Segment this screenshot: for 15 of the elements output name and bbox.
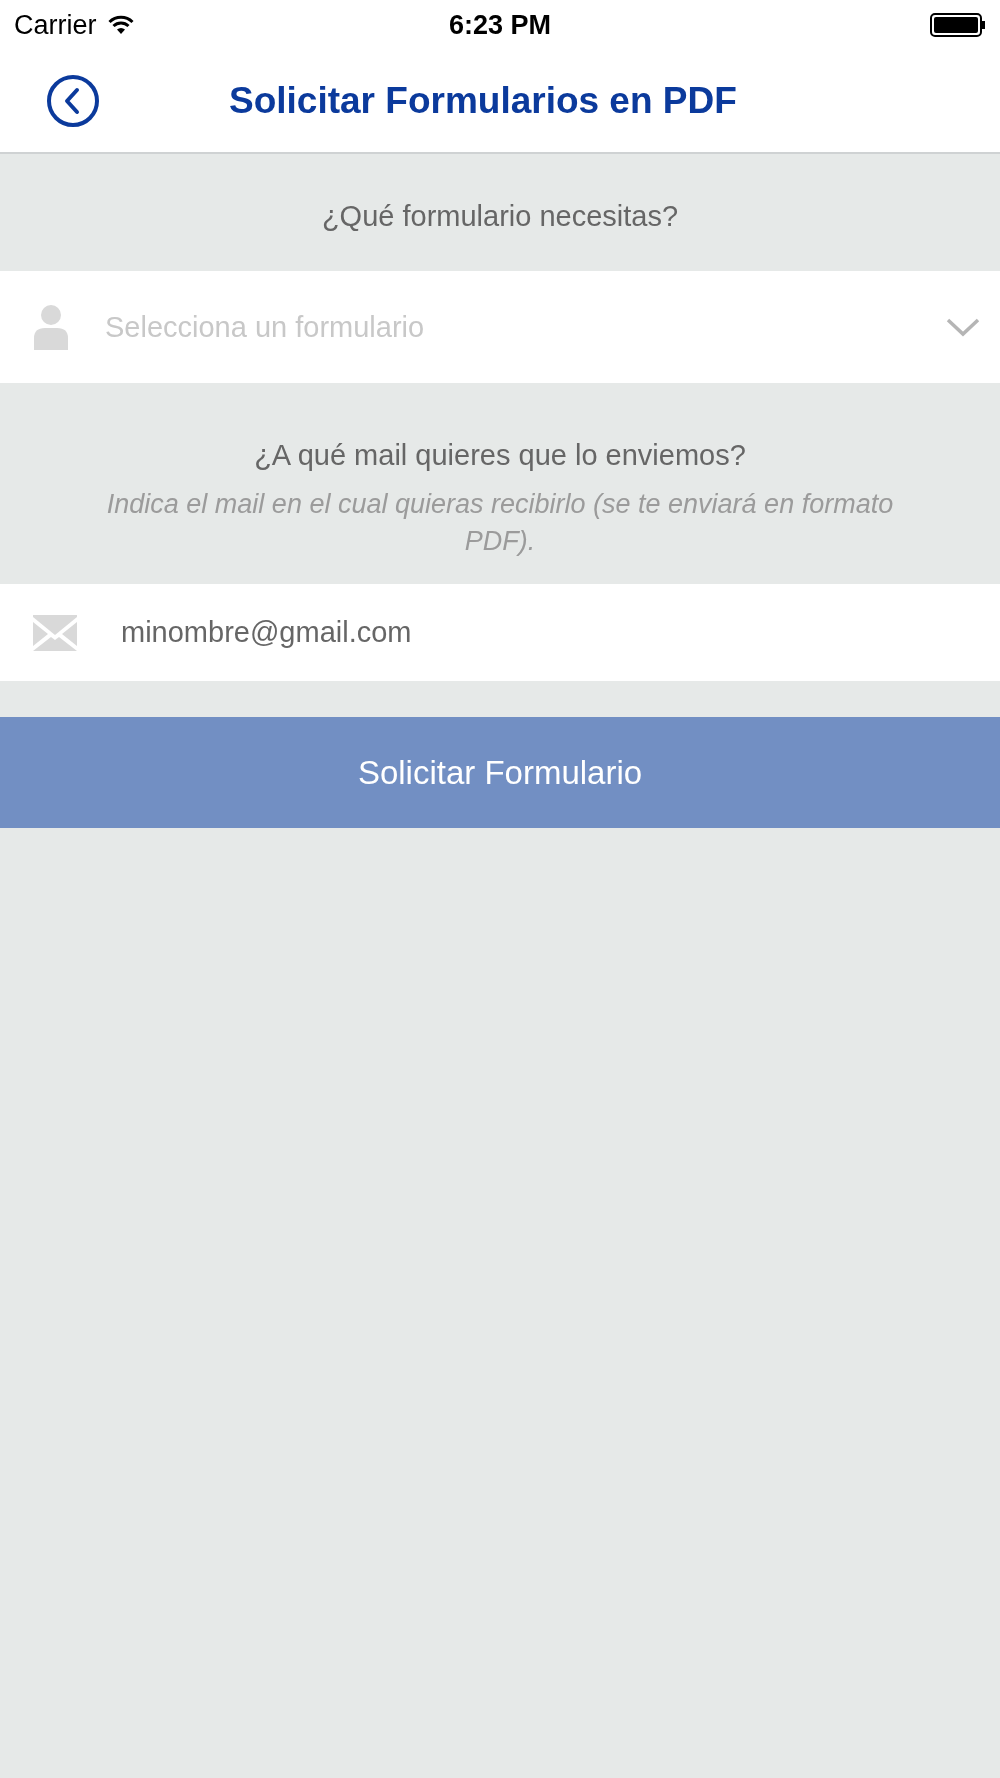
battery-icon: [930, 13, 986, 37]
status-time: 6:23 PM: [448, 9, 551, 41]
wifi-icon: [106, 15, 135, 35]
page-title: Solicitar Formularios en PDF: [229, 80, 737, 122]
chevron-down-icon: [946, 317, 980, 337]
back-button[interactable]: [46, 74, 100, 128]
person-icon: [33, 304, 69, 350]
section-heading: ¿Qué formulario necesitas?: [321, 200, 679, 233]
envelope-icon: [33, 614, 77, 651]
section-heading: ¿A qué mail quieres que lo enviemos?: [254, 439, 746, 472]
hint-text: Indica el mail en el cual quieras recibirlo (se te enviará en formato PDF).: [105, 488, 895, 558]
email-input[interactable]: minombre@gmail.com: [121, 602, 980, 663]
submit-button[interactable]: Solicitar Formulario: [0, 717, 1000, 828]
carrier-name: Carrier: [14, 9, 97, 41]
email-field[interactable]: minombre@gmail.com: [0, 584, 1000, 681]
